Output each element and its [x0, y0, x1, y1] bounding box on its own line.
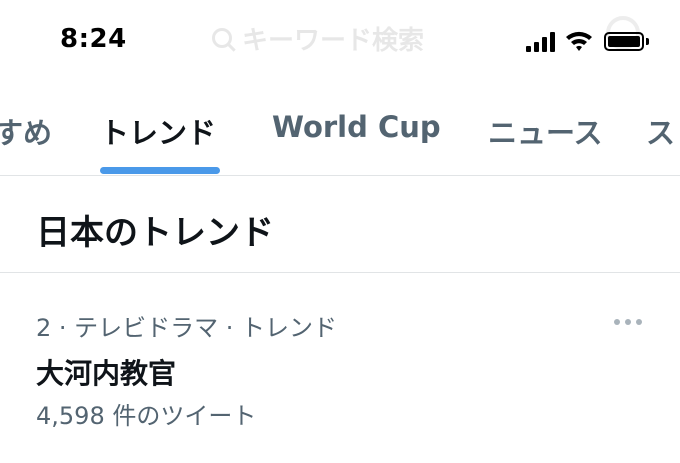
- wifi-icon: [566, 31, 592, 51]
- section-title: 日本のトレンド: [36, 213, 274, 253]
- more-horizontal-icon[interactable]: [608, 314, 648, 330]
- search-icon: [212, 28, 232, 48]
- explore-tabs: すめ トレンド World Cup ニュース ス: [0, 88, 680, 176]
- section-header: 日本のトレンド: [0, 177, 680, 273]
- status-time: 8:24: [60, 24, 127, 54]
- tab-recommended[interactable]: すめ: [0, 110, 52, 152]
- status-bar: 8:24 キーワード検索: [0, 0, 680, 80]
- search-hint: キーワード検索: [242, 25, 425, 56]
- tab-news[interactable]: ニュース: [488, 110, 603, 152]
- active-tab-indicator: [100, 167, 220, 174]
- search-field-ghost[interactable]: キーワード検索: [212, 20, 512, 56]
- tab-sports[interactable]: ス: [646, 110, 675, 152]
- trend-meta: 2 · テレビドラマ · トレンド: [36, 314, 338, 342]
- tab-world-cup[interactable]: World Cup: [272, 110, 441, 144]
- trend-item[interactable]: 2 · テレビドラマ · トレンド 大河内教官 4,598 件のツイート: [0, 274, 680, 463]
- trend-name: 大河内教官: [36, 357, 177, 390]
- cellular-signal-icon: [526, 32, 556, 52]
- tab-trending[interactable]: トレンド: [100, 110, 216, 152]
- battery-icon: [604, 32, 644, 51]
- trend-tweet-count: 4,598 件のツイート: [36, 402, 257, 430]
- battery-cap: [646, 38, 649, 45]
